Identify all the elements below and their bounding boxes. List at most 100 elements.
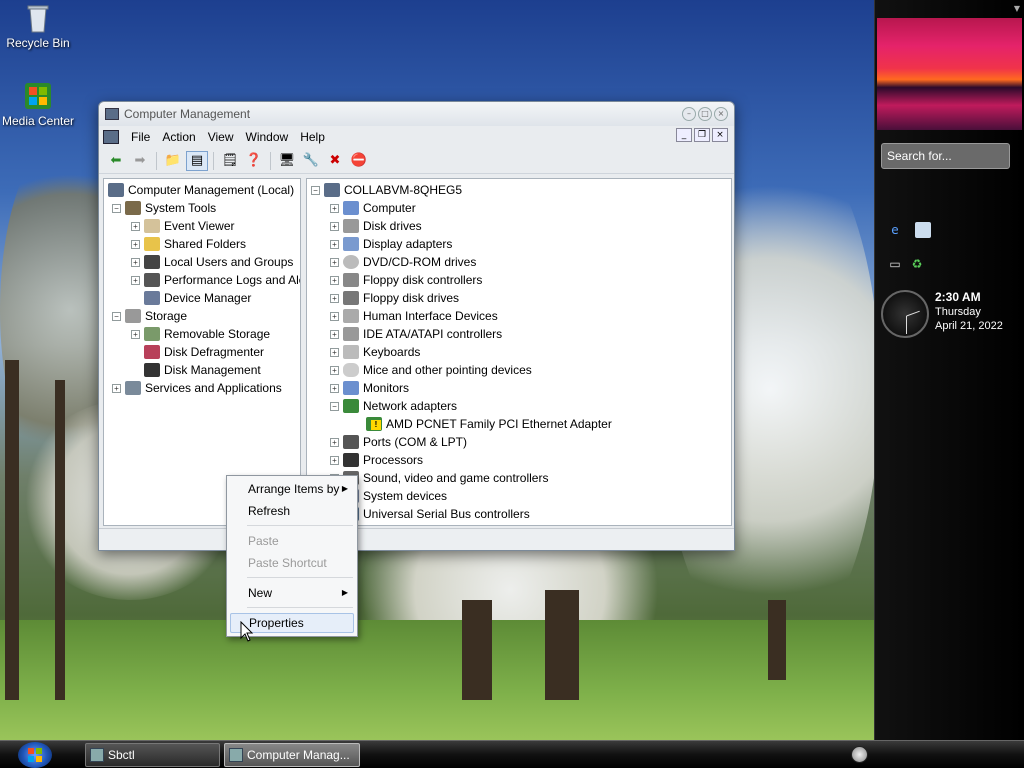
expand-toggle[interactable]: + — [131, 221, 140, 231]
minimize-button[interactable]: – — [682, 107, 696, 121]
collapse-toggle[interactable]: − — [112, 203, 121, 213]
help-icon[interactable]: ❓ — [243, 151, 265, 171]
tree-node-shared-folders[interactable]: + Shared Folders — [131, 235, 246, 253]
tree-node-amd-pcnet-adapter[interactable]: ! AMD PCNET Family PCI Ethernet Adapter — [366, 415, 612, 433]
up-folder-icon[interactable]: 📁 — [162, 151, 184, 171]
tree-node-display-adapters[interactable]: + Display adapters — [330, 235, 452, 253]
feed-icon[interactable] — [915, 222, 931, 238]
expand-toggle[interactable]: + — [330, 293, 339, 303]
slideshow-gadget[interactable] — [877, 18, 1022, 130]
scan-hardware-icon[interactable]: 🖥 — [276, 151, 298, 171]
taskbar-button-computer-management[interactable]: Computer Manag... — [224, 743, 360, 767]
tree-node-usb[interactable]: + Universal Serial Bus controllers — [330, 505, 530, 523]
menu-view[interactable]: View — [202, 130, 240, 144]
mdi-close-button[interactable]: × — [712, 128, 728, 142]
properties-icon[interactable]: 🗒 — [219, 151, 241, 171]
expand-toggle[interactable]: + — [330, 329, 339, 339]
tree-node-disk-drives[interactable]: + Disk drives — [330, 217, 422, 235]
expand-toggle[interactable]: + — [330, 275, 339, 285]
tree-node-ide-controllers[interactable]: + IDE ATA/ATAPI controllers — [330, 325, 502, 343]
uninstall-icon[interactable]: ✖ — [324, 151, 346, 171]
expand-toggle[interactable]: + — [330, 437, 339, 447]
desktop-icon-media-center[interactable]: Media Center — [0, 80, 76, 128]
console-tree[interactable]: Computer Management (Local) − System Too… — [103, 178, 301, 526]
expand-toggle[interactable]: + — [131, 275, 140, 285]
tree-node-floppy-drives[interactable]: + Floppy disk drives — [330, 289, 459, 307]
tree-node-device-manager[interactable]: Device Manager — [144, 289, 251, 307]
tree-node-services-applications[interactable]: + Services and Applications — [112, 379, 282, 397]
device-tree[interactable]: − COLLABVM-8QHEG5 + Computer + Disk driv… — [306, 178, 732, 526]
tree-node-system-tools[interactable]: − System Tools — [112, 199, 216, 217]
expand-toggle[interactable]: + — [131, 329, 140, 339]
sidebar-menu-arrow-icon[interactable]: ▼ — [1014, 4, 1020, 13]
tree-node-monitors[interactable]: + Monitors — [330, 379, 409, 397]
recycle-icon[interactable]: ♻ — [909, 256, 925, 272]
tree-node-disk-defragmenter[interactable]: Disk Defragmenter — [144, 343, 264, 361]
expand-toggle[interactable]: + — [330, 203, 339, 213]
expand-toggle[interactable]: + — [330, 239, 339, 249]
tree-node-dvd-cdrom[interactable]: + DVD/CD-ROM drives — [330, 253, 476, 271]
taskbar-button-sbctl[interactable]: Sbctl — [85, 743, 220, 767]
expand-toggle[interactable]: + — [330, 257, 339, 267]
tree-node-disk-management[interactable]: Disk Management — [144, 361, 261, 379]
expand-toggle[interactable]: + — [131, 257, 140, 267]
tree-node-label: Floppy disk controllers — [363, 273, 483, 287]
tree-node-mice[interactable]: + Mice and other pointing devices — [330, 361, 532, 379]
update-driver-icon[interactable]: 🔧 — [300, 151, 322, 171]
expand-toggle[interactable]: + — [330, 221, 339, 231]
disable-icon[interactable]: ⛔ — [348, 151, 370, 171]
expand-toggle[interactable]: + — [330, 347, 339, 357]
tree-node-sound[interactable]: + Sound, video and game controllers — [330, 469, 548, 487]
back-icon[interactable]: ⬅ — [105, 151, 127, 171]
forward-icon[interactable]: ➡ — [129, 151, 151, 171]
expand-toggle[interactable]: + — [131, 239, 140, 249]
search-input[interactable]: Search for... — [881, 143, 1010, 169]
tree-node-ports[interactable]: + Ports (COM & LPT) — [330, 433, 467, 451]
expand-toggle[interactable]: + — [330, 365, 339, 375]
drive-icon[interactable]: ▭ — [887, 256, 903, 272]
tree-node-network-adapters[interactable]: − Network adapters — [330, 397, 457, 415]
tree-node-computer-management[interactable]: Computer Management (Local) — [108, 181, 294, 199]
collapse-toggle[interactable]: − — [311, 185, 320, 195]
tree-node-hid[interactable]: + Human Interface Devices — [330, 307, 498, 325]
tree-node-storage[interactable]: − Storage — [112, 307, 187, 325]
collapse-toggle[interactable]: − — [112, 311, 121, 321]
expand-toggle[interactable]: + — [330, 383, 339, 393]
tree-node-label: DVD/CD-ROM drives — [363, 255, 477, 269]
tree-node-floppy-controllers[interactable]: + Floppy disk controllers — [330, 271, 482, 289]
mdi-minimize-button[interactable]: _ — [676, 128, 692, 142]
collapse-toggle[interactable]: − — [330, 401, 339, 411]
menu-item-paste[interactable]: Paste — [230, 531, 354, 551]
show-desktop-button[interactable] — [851, 746, 868, 763]
tree-node-removable-storage[interactable]: + Removable Storage — [131, 325, 270, 343]
menu-action[interactable]: Action — [156, 130, 201, 144]
tree-node-processors[interactable]: + Processors — [330, 451, 423, 469]
tree-node-computer[interactable]: + Computer — [330, 199, 416, 217]
internet-explorer-icon[interactable]: e — [887, 222, 903, 238]
maximize-button[interactable]: □ — [698, 107, 712, 121]
tree-node-performance-logs[interactable]: + Performance Logs and Ale — [131, 271, 300, 289]
tree-node-keyboards[interactable]: + Keyboards — [330, 343, 420, 361]
tree-node-event-viewer[interactable]: + Event Viewer — [131, 217, 234, 235]
start-button[interactable] — [18, 742, 52, 768]
menu-item-new[interactable]: New ▶ — [230, 583, 354, 603]
menu-item-paste-shortcut[interactable]: Paste Shortcut — [230, 553, 354, 573]
close-button[interactable]: × — [714, 107, 728, 121]
tree-node-local-users[interactable]: + Local Users and Groups — [131, 253, 293, 271]
services-applications-icon — [125, 381, 141, 395]
menu-help[interactable]: Help — [294, 130, 331, 144]
menu-window[interactable]: Window — [240, 130, 295, 144]
menu-file[interactable]: File — [125, 130, 156, 144]
mmc-document-icon[interactable] — [103, 130, 119, 144]
mdi-restore-button[interactable]: ❐ — [694, 128, 710, 142]
menu-item-refresh[interactable]: Refresh — [230, 501, 354, 521]
menu-item-arrange-items-by[interactable]: Arrange Items by ▶ — [230, 479, 354, 499]
show-hide-tree-icon[interactable]: ▤ — [186, 150, 208, 171]
menu-separator — [247, 607, 353, 608]
window-titlebar[interactable]: Computer Management — [99, 102, 734, 126]
tree-node-computer-root[interactable]: − COLLABVM-8QHEG5 — [311, 181, 462, 199]
expand-toggle[interactable]: + — [330, 311, 339, 321]
expand-toggle[interactable]: + — [330, 455, 339, 465]
expand-toggle[interactable]: + — [112, 383, 121, 393]
desktop-icon-recycle-bin[interactable]: Recycle Bin — [0, 2, 76, 50]
